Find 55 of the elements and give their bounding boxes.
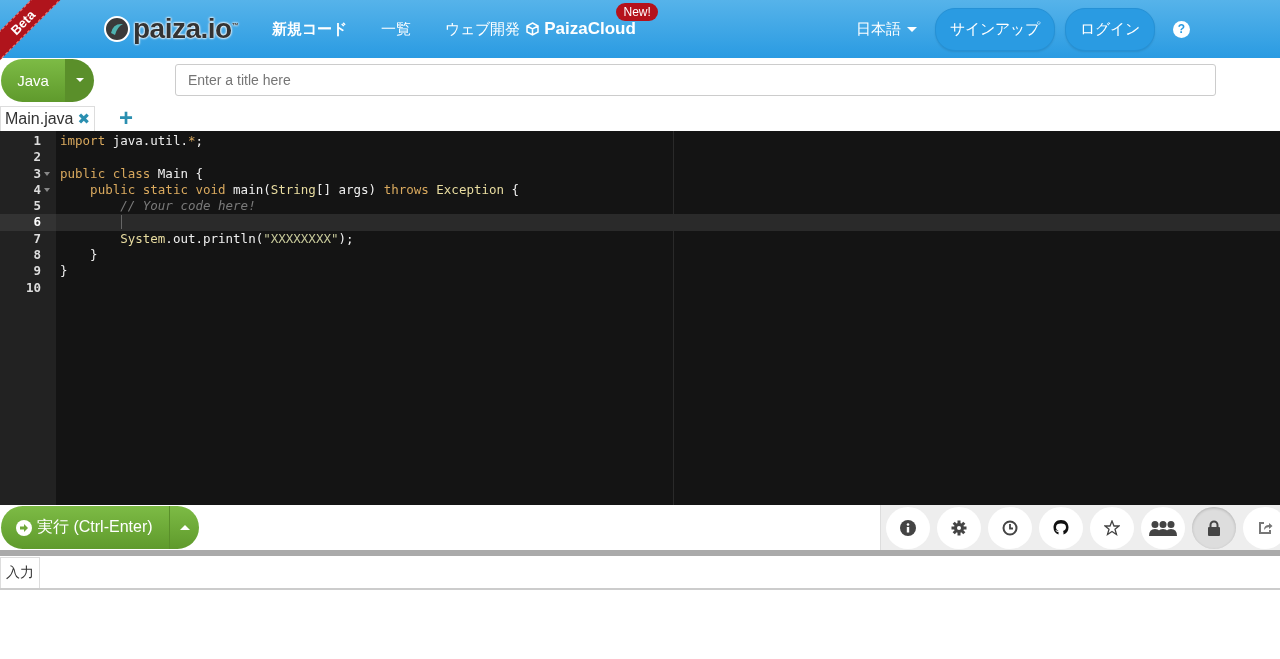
code-line: } bbox=[89, 247, 98, 263]
input-tab[interactable]: 入力 bbox=[0, 557, 40, 588]
text-cursor bbox=[121, 215, 122, 230]
language-dropdown-button[interactable] bbox=[65, 58, 94, 102]
github-icon bbox=[1052, 518, 1070, 537]
new-badge: New! bbox=[616, 3, 658, 21]
settings-icon bbox=[951, 519, 967, 536]
toolbar-button[interactable] bbox=[937, 506, 981, 549]
nav-link[interactable]: PaizaCloud bbox=[544, 19, 636, 39]
nav-link[interactable]: ウェブ開発 bbox=[445, 19, 521, 39]
run-dropdown-button[interactable] bbox=[169, 506, 199, 549]
line-number: 9 bbox=[33, 263, 42, 280]
logo-icon bbox=[103, 15, 131, 43]
star-icon bbox=[1104, 519, 1120, 536]
cube-icon bbox=[526, 22, 540, 36]
run-icon bbox=[16, 519, 32, 536]
line-number: 7 bbox=[33, 230, 42, 248]
language-dropdown[interactable]: 日本語 bbox=[856, 19, 917, 39]
clock-icon bbox=[1002, 519, 1018, 536]
file-tab[interactable]: Main.java ✖ bbox=[0, 106, 96, 131]
header-button[interactable]: ログイン bbox=[1065, 7, 1155, 51]
help-icon[interactable]: ? bbox=[1173, 20, 1190, 38]
close-icon[interactable]: ✖ bbox=[77, 110, 91, 128]
toolbar-button[interactable] bbox=[1039, 506, 1083, 549]
code-editor[interactable]: 1 2 3 4 5 6 7 8 9 10 import java.util.*; public class Main { public static void main(String[] args) throws Exception { // Your code here! System.out.println("XXXXXXXX"); } } bbox=[0, 131, 1280, 505]
toolbar-button[interactable] bbox=[886, 506, 930, 549]
code-line: // Your code here! bbox=[119, 198, 256, 214]
people-icon bbox=[1148, 519, 1178, 536]
line-number: 2 bbox=[33, 149, 42, 166]
nav-link[interactable]: 一覧 bbox=[381, 19, 412, 39]
code-line: public static void main(String[] args) throws Exception { bbox=[89, 181, 520, 197]
line-number: 10 bbox=[25, 279, 42, 296]
lock-icon bbox=[1207, 519, 1221, 536]
add-tab-icon[interactable]: + bbox=[119, 105, 134, 131]
nav-link[interactable]: 新規コード bbox=[272, 19, 348, 39]
file-tab-label[interactable]: Main.java bbox=[5, 110, 74, 128]
share-icon bbox=[1257, 519, 1273, 536]
code-line: } bbox=[60, 263, 68, 279]
run-button[interactable]: 実行 (Ctrl-Enter) bbox=[1, 506, 169, 549]
toolbar-button[interactable] bbox=[988, 506, 1032, 549]
line-number: 3 bbox=[33, 165, 50, 182]
toolbar-button[interactable] bbox=[1192, 506, 1236, 549]
code-line: import java.util.*; bbox=[60, 133, 203, 148]
line-number: 1 bbox=[33, 133, 42, 150]
logo-text[interactable]: paiza.io$^{™}$ bbox=[133, 13, 239, 45]
line-number: 5 bbox=[33, 198, 42, 215]
toolbar-button[interactable] bbox=[1141, 506, 1185, 549]
header-button[interactable]: サインアップ bbox=[935, 7, 1055, 51]
code-line: System.out.println("XXXXXXXX"); bbox=[119, 230, 354, 246]
line-number: 4 bbox=[33, 181, 50, 199]
info-icon bbox=[900, 519, 916, 536]
line-number: 8 bbox=[33, 247, 42, 264]
code-line: public class Main { bbox=[60, 165, 203, 181]
language-button[interactable]: Java bbox=[1, 58, 65, 102]
title-field[interactable]: Enter a title here bbox=[175, 64, 1216, 96]
